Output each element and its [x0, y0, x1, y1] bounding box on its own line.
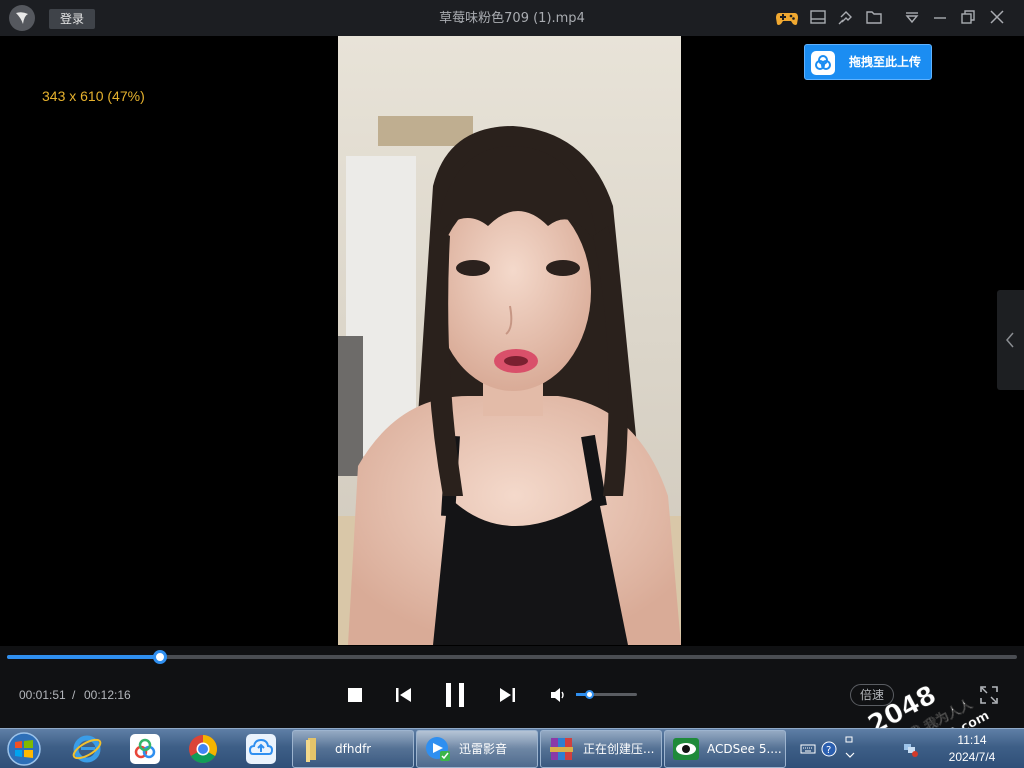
volume-icon[interactable] [550, 687, 568, 707]
show-hidden-icons[interactable] [844, 735, 860, 758]
progress-fill [7, 655, 160, 659]
baidu-cloud-icon [811, 51, 835, 75]
minimize-icon[interactable] [931, 8, 951, 28]
winrar-icon [550, 738, 573, 760]
task-button-thunder-player[interactable]: 迅雷影音 [416, 730, 538, 768]
current-time: 00:01:51 [19, 688, 66, 702]
windows-taskbar: dfhdfr 迅雷影音 正在创建压... ACDSee 5.... ? 11:1… [0, 728, 1024, 768]
pause-icon[interactable] [444, 682, 466, 712]
player-controls: 00:01:51 / 00:12:16 倍速 [0, 646, 1024, 728]
total-time: 00:12:16 [84, 688, 131, 702]
video-picture [338, 36, 681, 645]
chevron-left-icon [1006, 332, 1014, 348]
next-icon[interactable] [499, 687, 516, 707]
video-frame[interactable] [338, 36, 681, 645]
chrome-icon[interactable] [180, 731, 226, 767]
fullscreen-icon[interactable] [980, 686, 998, 708]
mini-mode-icon[interactable] [809, 8, 829, 28]
clock-time: 11:14 [957, 733, 987, 747]
task-label: ACDSee 5.... [707, 742, 782, 756]
task-button-acdsee[interactable]: ACDSee 5.... [664, 730, 786, 768]
folder-icon[interactable] [865, 8, 885, 28]
task-button-folder[interactable]: dfhdfr [292, 730, 414, 768]
previous-icon[interactable] [395, 687, 412, 707]
progress-bar[interactable] [7, 650, 1017, 664]
task-label: dfhdfr [335, 742, 372, 756]
acdsee-icon [673, 738, 699, 760]
window-title: 草莓味粉色709 (1).mp4 [439, 11, 585, 26]
internet-explorer-icon[interactable] [64, 731, 110, 767]
resolution-info: 343 x 610 (47%) [42, 88, 145, 104]
restore-icon[interactable] [959, 8, 979, 28]
upload-label: 拖拽至此上传 [849, 55, 922, 69]
system-clock[interactable]: 11:14 2024/7/4 [930, 732, 1014, 766]
folder-icon [306, 738, 316, 762]
task-label: 正在创建压... [583, 742, 655, 756]
login-button[interactable]: 登录 [49, 9, 95, 29]
task-button-winrar[interactable]: 正在创建压... [540, 730, 662, 768]
stop-icon[interactable] [347, 687, 363, 707]
network-icon[interactable] [902, 741, 918, 757]
video-stage[interactable]: 343 x 610 (47%) 拖拽至此上传 [0, 36, 1024, 646]
svg-text:?: ? [826, 745, 831, 756]
volume-slider[interactable] [576, 690, 637, 699]
time-separator: / [72, 688, 76, 702]
upload-drop-button[interactable]: 拖拽至此上传 [804, 44, 932, 80]
baidu-netdisk-icon[interactable] [122, 731, 168, 767]
windows-start-icon[interactable] [4, 731, 44, 767]
cloud-backup-icon[interactable] [238, 731, 284, 767]
dropdown-menu-icon[interactable] [903, 8, 923, 28]
bird-logo-icon[interactable] [9, 5, 35, 31]
task-label: 迅雷影音 [459, 742, 508, 756]
game-controller-icon[interactable] [775, 8, 798, 28]
system-tray: ? 11:14 2024/7/4 [792, 729, 1024, 768]
progress-handle[interactable] [152, 650, 167, 664]
playlist-toggle-handle[interactable] [997, 290, 1024, 390]
help-icon[interactable]: ? [821, 741, 837, 757]
clock-date: 2024/7/4 [948, 750, 996, 764]
speed-button[interactable]: 倍速 [850, 684, 894, 706]
pin-icon[interactable] [837, 8, 857, 28]
title-bar: 登录 草莓味粉色709 (1).mp4 [0, 0, 1024, 36]
close-icon[interactable] [988, 8, 1008, 28]
volume-handle[interactable] [585, 690, 595, 699]
thunder-player-icon [426, 737, 450, 761]
keyboard-icon[interactable] [800, 741, 816, 757]
